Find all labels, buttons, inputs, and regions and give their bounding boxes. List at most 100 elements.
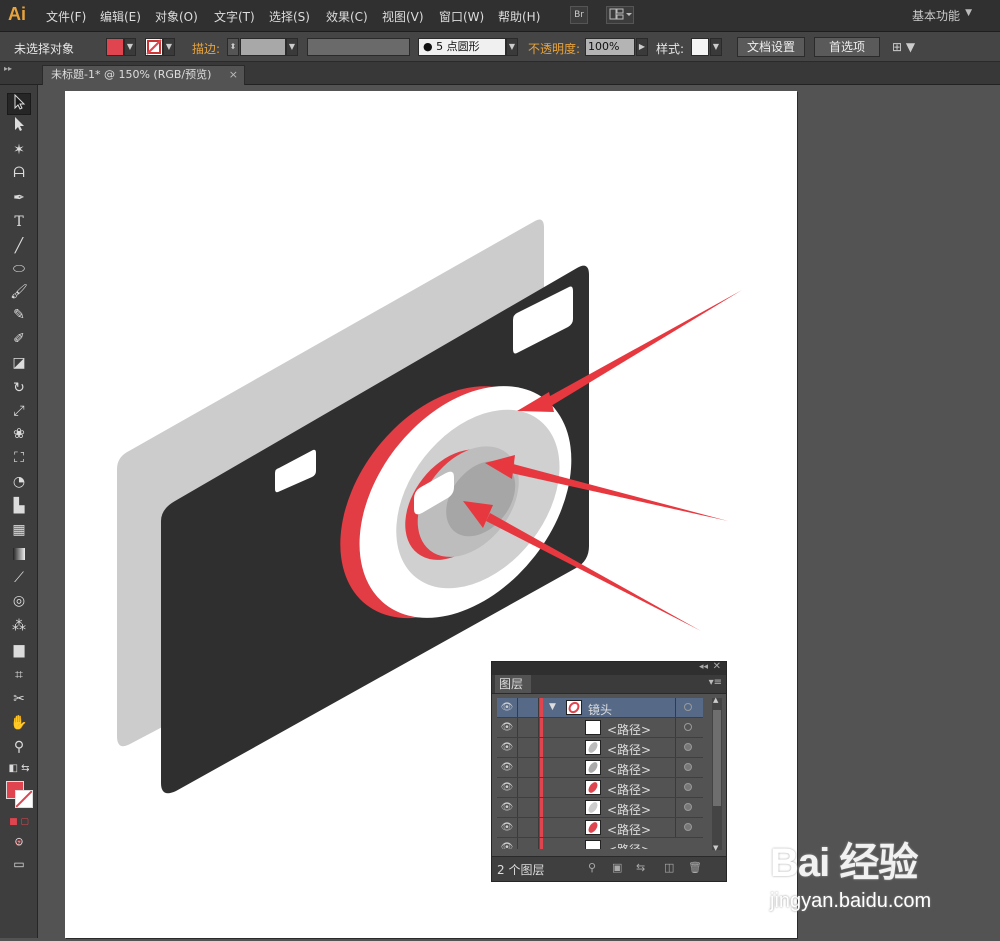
bridge-button[interactable]: Br <box>570 6 588 24</box>
rotate-tool-icon[interactable]: ↻ <box>7 377 31 399</box>
eyedropper-tool-icon[interactable]: ⟋ <box>7 567 31 589</box>
color-mode-buttons[interactable]: ■ ▢ ⊘ <box>7 811 31 849</box>
delete-layer-icon[interactable]: 🗑 <box>688 861 702 874</box>
lock-toggle[interactable] <box>518 838 539 849</box>
lasso-tool-icon[interactable]: ᗩ <box>7 162 31 184</box>
layer-row[interactable]: 👁 <路径> <box>497 818 703 838</box>
document-setup-button[interactable]: 文档设置 <box>737 37 805 57</box>
target-indicator[interactable] <box>675 718 704 737</box>
layer-row[interactable]: 👁 <路径> <box>497 758 703 778</box>
scrollbar-thumb[interactable] <box>713 710 721 806</box>
layer-row[interactable]: 👁 <路径> <box>497 778 703 798</box>
visibility-eye-icon[interactable]: 👁 <box>497 738 518 757</box>
collapse-panel-icon[interactable]: ◂◂ <box>699 662 708 672</box>
fill-swatch[interactable] <box>106 38 124 56</box>
lock-toggle[interactable] <box>518 758 539 777</box>
target-indicator[interactable] <box>675 798 704 817</box>
scroll-down-icon[interactable]: ▼ <box>713 844 718 852</box>
target-indicator[interactable] <box>675 778 704 797</box>
menu-help[interactable]: 帮助(H) <box>498 8 540 25</box>
opacity-field[interactable]: 100% <box>585 38 635 56</box>
graphic-style-swatch[interactable] <box>691 38 709 56</box>
draw-mode-icon[interactable]: ⊙ <box>7 831 31 853</box>
stroke-weight-dropdown[interactable]: ▼ <box>286 38 298 56</box>
mesh-tool-icon[interactable]: ▦ <box>7 519 31 541</box>
slice-tool-icon[interactable]: ✂ <box>7 688 31 710</box>
menu-view[interactable]: 视图(V) <box>382 8 424 25</box>
document-tab[interactable]: 未标题-1* @ 150% (RGB/预览) × <box>42 65 245 85</box>
stroke-weight-field[interactable] <box>240 38 286 56</box>
lock-toggle[interactable] <box>518 798 539 817</box>
chevron-down-icon[interactable]: ▼ <box>965 8 972 18</box>
brush-dropdown-arrow[interactable]: ▼ <box>506 38 518 56</box>
layers-tab[interactable]: 图层 <box>495 675 531 693</box>
stroke-swatch[interactable] <box>145 38 163 56</box>
layer-row[interactable]: 👁 <路径> <box>497 738 703 758</box>
lock-toggle[interactable] <box>518 718 539 737</box>
panel-menu-icon[interactable]: ▾≡ <box>709 677 722 688</box>
style-dropdown-arrow[interactable]: ▼ <box>710 38 722 56</box>
menu-file[interactable]: 文件(F) <box>46 8 86 25</box>
paintbrush-tool-icon[interactable]: 🖌 <box>7 281 31 303</box>
scroll-up-icon[interactable]: ▲ <box>713 696 718 704</box>
hand-tool-icon[interactable]: ✋ <box>7 712 31 734</box>
opacity-label[interactable]: 不透明度: <box>528 40 580 57</box>
collapse-toolbar-icon[interactable]: ▸▸ <box>4 64 12 73</box>
target-indicator[interactable] <box>675 698 704 717</box>
layer-row[interactable]: 👁 <路径> <box>497 718 703 738</box>
stroke-label[interactable]: 描边: <box>192 40 220 57</box>
panel-options-icon[interactable]: ⊞ ▼ <box>892 40 915 54</box>
target-indicator[interactable] <box>675 818 704 837</box>
magic-wand-tool-icon[interactable]: ✶ <box>7 139 31 161</box>
locate-object-icon[interactable]: ⚲ <box>588 861 596 874</box>
variable-width-profile[interactable] <box>307 38 410 56</box>
visibility-eye-icon[interactable]: 👁 <box>497 798 518 817</box>
direct-selection-tool-icon[interactable] <box>7 116 31 138</box>
menu-effect[interactable]: 效果(C) <box>326 8 368 25</box>
pencil-tool-icon[interactable]: ✎ <box>7 304 31 326</box>
preferences-button[interactable]: 首选项 <box>814 37 880 57</box>
lock-toggle[interactable] <box>518 698 539 717</box>
visibility-eye-icon[interactable]: 👁 <box>497 818 518 837</box>
selection-tool-icon[interactable] <box>7 93 31 115</box>
screen-mode-icon[interactable]: ▭ <box>7 853 31 875</box>
target-indicator[interactable] <box>675 738 704 757</box>
menu-window[interactable]: 窗口(W) <box>439 8 484 25</box>
visibility-eye-icon[interactable]: 👁 <box>497 718 518 737</box>
menu-type[interactable]: 文字(T) <box>214 8 255 25</box>
layer-row-parent[interactable]: 👁 ▼ 镜头 <box>497 698 703 718</box>
gradient-tool-icon[interactable] <box>7 543 31 565</box>
menu-select[interactable]: 选择(S) <box>269 8 310 25</box>
zoom-tool-icon[interactable]: ⚲ <box>7 736 31 758</box>
close-tab-icon[interactable]: × <box>229 66 238 84</box>
close-panel-icon[interactable]: ✕ <box>713 661 721 672</box>
opacity-dropdown-arrow[interactable]: ▶ <box>636 38 648 56</box>
create-sublayer-icon[interactable]: ⇆ <box>636 861 645 874</box>
visibility-eye-icon[interactable]: 👁 <box>497 778 518 797</box>
pen-tool-icon[interactable]: ✒ <box>7 187 31 209</box>
warp-tool-icon[interactable]: ❀ <box>7 423 31 445</box>
visibility-eye-icon[interactable]: 👁 <box>497 838 518 849</box>
target-indicator[interactable] <box>675 758 704 777</box>
artboard-tool-icon[interactable]: ⌗ <box>7 664 31 686</box>
make-clipping-mask-icon[interactable]: ▣ <box>612 861 622 874</box>
layers-scrollbar[interactable]: ▲ ▼ <box>712 696 722 852</box>
default-colors-icon[interactable]: ◧ ⇆ <box>7 758 31 780</box>
shape-builder-tool-icon[interactable]: ◔ <box>7 471 31 493</box>
blob-brush-tool-icon[interactable]: ✐ <box>7 328 31 350</box>
layer-row[interactable]: 👁 <路径> <box>497 798 703 818</box>
scale-tool-icon[interactable]: ⤢ <box>7 400 31 422</box>
line-tool-icon[interactable]: ╱ <box>7 235 31 257</box>
lock-toggle[interactable] <box>518 738 539 757</box>
arrange-documents-button[interactable] <box>606 6 634 24</box>
menu-edit[interactable]: 编辑(E) <box>100 8 141 25</box>
stroke-weight-stepper[interactable]: ⬍ <box>227 38 239 56</box>
fill-dropdown-arrow[interactable]: ▼ <box>124 38 136 56</box>
visibility-eye-icon[interactable]: 👁 <box>497 698 518 717</box>
expand-triangle-icon[interactable]: ▼ <box>549 702 556 712</box>
brush-definition[interactable]: ● 5 点圆形 <box>418 38 506 56</box>
symbol-sprayer-tool-icon[interactable]: ⁂ <box>7 615 31 637</box>
workspace-switcher[interactable]: 基本功能 <box>912 7 960 24</box>
layer-row-partial[interactable]: 👁 <路径> <box>497 838 703 849</box>
free-transform-tool-icon[interactable]: ⛶ <box>7 447 31 469</box>
